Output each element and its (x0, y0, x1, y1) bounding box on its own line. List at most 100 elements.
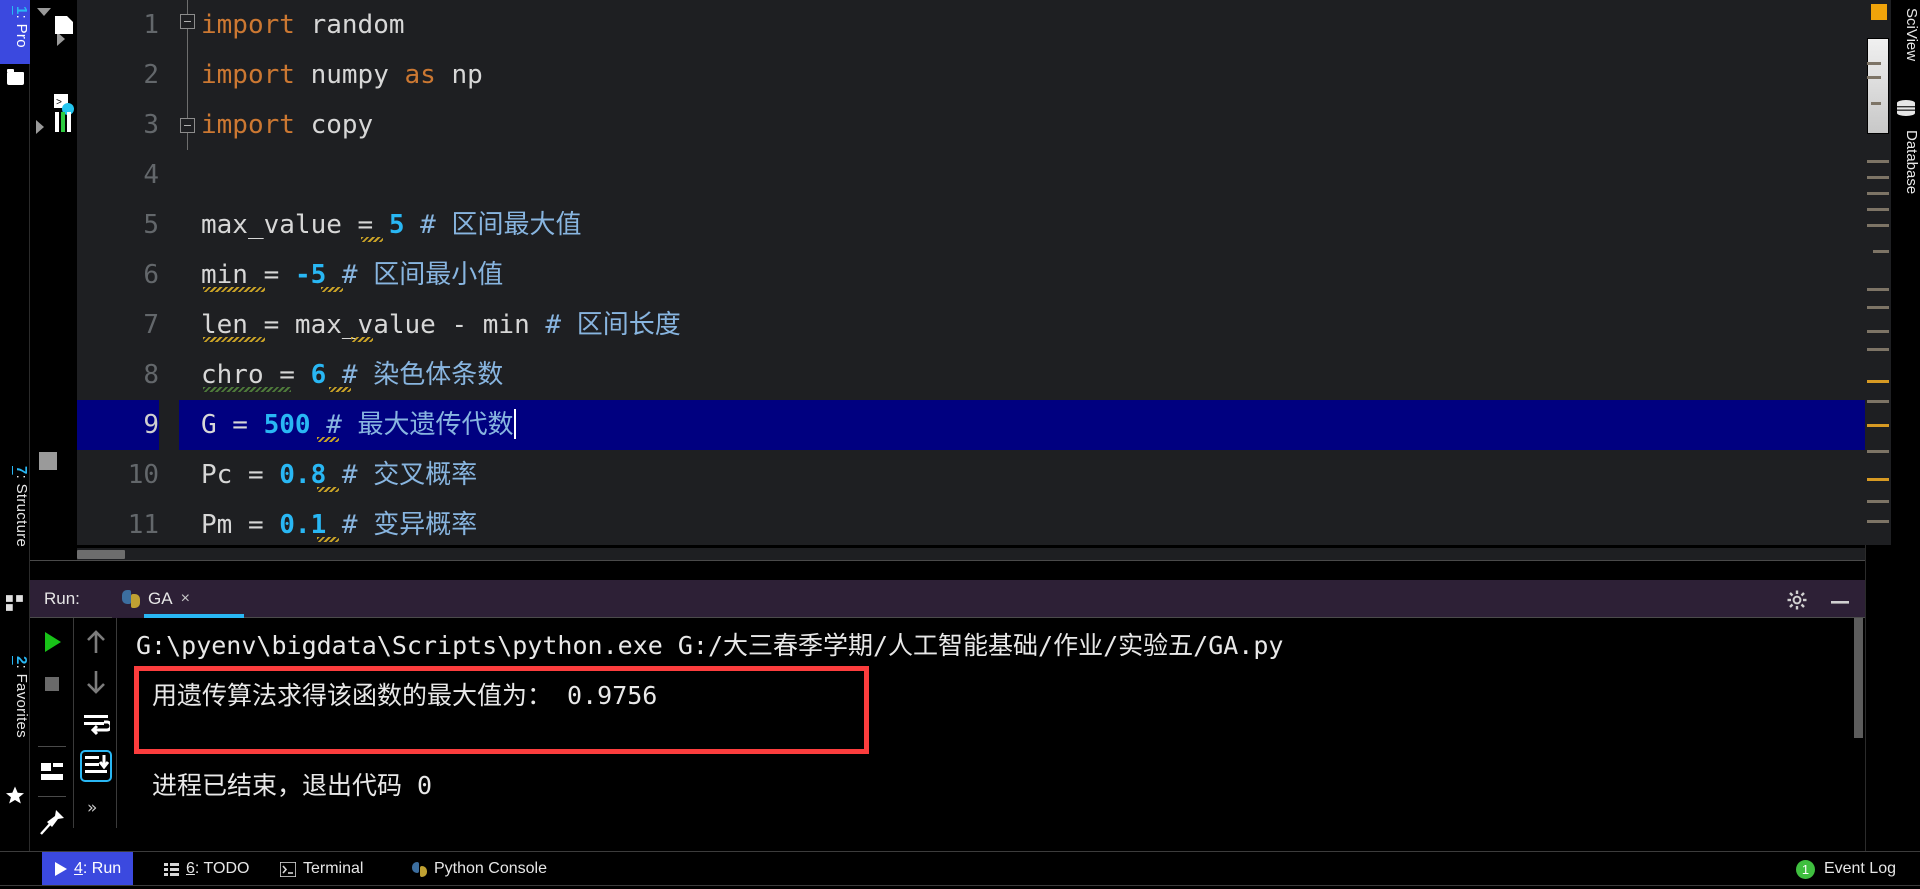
sidebar-item-structure[interactable]: 7: Structure (0, 460, 30, 588)
code-token: 0.8 (279, 460, 327, 490)
code-line[interactable]: 2 import numpy as np (77, 50, 1865, 100)
sidebar-item-favorites[interactable]: 2: Favorites (0, 650, 30, 778)
sidebar-item-structure-label: : Structure (13, 474, 30, 548)
text-caret (513, 408, 516, 439)
sidebar-item-sciview-label: SciView (1903, 8, 1920, 62)
tab-terminal[interactable]: Terminal (268, 852, 375, 886)
structure-icon[interactable] (6, 594, 24, 612)
code-token: as (404, 60, 436, 90)
toolbar-divider-2 (38, 796, 66, 797)
inspection-squiggle (329, 387, 351, 392)
code-token: random (294, 10, 405, 40)
layout-button[interactable] (38, 758, 66, 786)
arrow-down-button[interactable] (82, 668, 110, 696)
collapse-all-icon[interactable] (37, 8, 51, 16)
code-token: -5 (294, 260, 327, 290)
code-line[interactable]: 11 Pm = 0.1 # 变异概率 (77, 500, 1865, 545)
code-line[interactable]: 8 chro = 6 # 染色体条数 (77, 350, 1865, 400)
stop-button[interactable] (38, 670, 66, 698)
editor-hscroll-thumb[interactable] (77, 550, 125, 559)
event-log-badge: 1 (1795, 859, 1815, 879)
inspection-squiggle (203, 337, 265, 342)
close-icon[interactable]: × (181, 590, 190, 608)
inspection-squiggle (351, 337, 373, 342)
code-line-content: chro = 6 # 染色体条数 (179, 350, 1865, 400)
gear-icon[interactable] (1787, 590, 1807, 610)
console-vertical-scrollbar[interactable] (1852, 618, 1865, 828)
database-icon[interactable] (1896, 100, 1916, 118)
star-icon[interactable] (6, 786, 24, 804)
console-result-line: 用遗传算法求得该函数的最大值为： 0.9756 (152, 681, 658, 710)
line-number: 3 (143, 110, 159, 140)
code-line[interactable]: 5 max_value = 5 # 区间最大值 (77, 200, 1865, 250)
expand-icon[interactable] (57, 32, 65, 46)
code-token: # 区间长度 (545, 310, 681, 340)
code-token: 500 (263, 410, 311, 440)
tab-run-num: 4 (74, 860, 83, 877)
code-line[interactable]: 10 Pc = 0.8 # 交叉概率 (77, 450, 1865, 500)
code-token: len (201, 310, 248, 340)
sidebar-item-sciview[interactable]: SciView (1893, 2, 1920, 94)
python-icon (122, 590, 140, 608)
code-token: 6 (310, 360, 327, 390)
soft-wrap-button[interactable] (82, 710, 110, 738)
inspection-status-icon[interactable] (1871, 4, 1887, 20)
project-folder-icon[interactable] (7, 69, 24, 85)
sidebar-item-structure-num: 7 (13, 466, 30, 475)
code-token: # 交叉概率 (341, 460, 478, 490)
scroll-to-end-button[interactable] (80, 750, 112, 782)
line-number: 1 (143, 10, 159, 40)
left-tool-rail: 1: Pro 7: Structure 2: Favorites (0, 0, 30, 851)
code-line[interactable]: 6 min = -5 # 区间最小值 (77, 250, 1865, 300)
tab-todo-label: : TODO (194, 860, 250, 877)
rerun-button[interactable] (38, 628, 66, 656)
coverage-icon[interactable] (55, 112, 73, 132)
code-token: # 最大遗传代数 (326, 410, 514, 440)
code-token: 5 (388, 210, 405, 240)
code-line[interactable]: 9 G = 500 # 最大遗传代数 (77, 400, 1865, 450)
bottom-tool-tabs: 4: Run 6: TODO Terminal Python Console 1 (0, 851, 1920, 886)
line-number: 4 (143, 160, 159, 190)
editor-horizontal-scrollbar[interactable] (77, 548, 1865, 560)
editor-error-stripe[interactable] (1865, 0, 1891, 545)
arrow-up-button[interactable] (82, 628, 110, 656)
editor-panel-divider (30, 560, 1865, 561)
error-stripe-thumb[interactable] (1867, 38, 1889, 134)
code-editor[interactable]: 1 import random 2 import numpy as np 3 import… (77, 0, 1865, 545)
tab-todo[interactable]: 6: TODO (152, 852, 261, 886)
sidebar-item-database[interactable]: Database (1893, 124, 1920, 234)
run-tool-window: Run: GA × » G:\pyenv\bigdata\Scripts\pyt… (30, 580, 1865, 835)
play-icon (55, 862, 67, 876)
code-line-content: Pc = 0.8 # 交叉概率 (179, 450, 1865, 500)
editor-vertical-scrollbar-thumb[interactable] (39, 452, 57, 470)
code-line[interactable]: 1 import random (77, 0, 1865, 50)
line-number: 2 (143, 60, 159, 90)
inspection-squiggle (203, 387, 291, 392)
fold-toggle-icon[interactable] (180, 118, 195, 133)
line-number: 10 (127, 460, 159, 490)
code-token: # 区间最小值 (341, 260, 504, 290)
fold-toggle-icon[interactable] (180, 14, 195, 29)
code-line-content: len = max_value - min # 区间长度 (179, 300, 1865, 350)
pin-button[interactable] (38, 808, 66, 836)
code-line-content (179, 150, 1865, 200)
event-log-button[interactable]: 1 Event Log (1784, 852, 1908, 886)
run-console-output[interactable]: G:\pyenv\bigdata\Scripts\python.exe G:/大… (118, 618, 1851, 828)
code-line[interactable]: 7 len = max_value - min # 区间长度 (77, 300, 1865, 350)
run-config-tab-ga[interactable]: GA × (112, 580, 244, 618)
tab-run[interactable]: 4: Run (42, 852, 134, 886)
sidebar-item-project[interactable]: 1: Pro (0, 0, 30, 64)
minimize-icon[interactable] (1829, 590, 1851, 610)
code-line[interactable]: 3 import copy (77, 100, 1865, 150)
svg-text:>: > (56, 98, 62, 109)
tab-python-console[interactable]: Python Console (400, 852, 559, 886)
code-token: = (247, 260, 295, 290)
console-scroll-thumb[interactable] (1854, 618, 1863, 738)
code-token: Pm = (201, 510, 280, 540)
code-line[interactable]: 4 (77, 150, 1865, 200)
more-actions-button[interactable]: » (87, 798, 97, 818)
console-exit-line: 进程已结束，退出代码 0 (152, 771, 433, 800)
run-gutter-icon[interactable] (36, 120, 44, 134)
